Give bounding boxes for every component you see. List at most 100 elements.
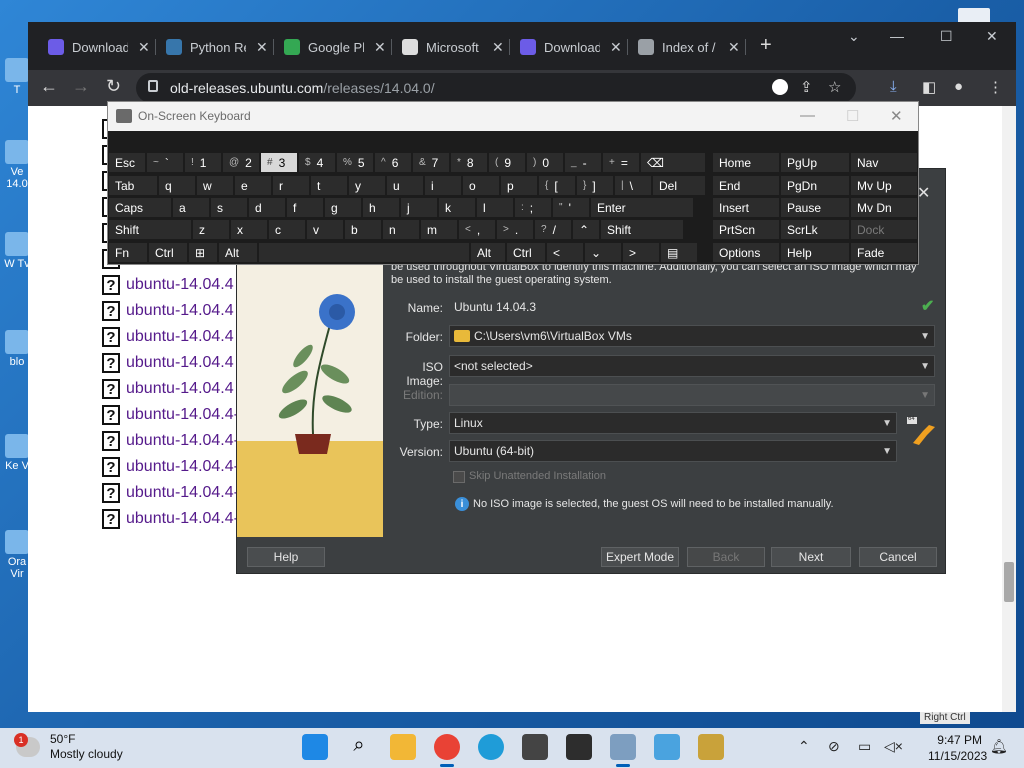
osk-key[interactable]: Del xyxy=(652,175,706,196)
osk-key[interactable]: _ - xyxy=(564,152,602,173)
osk-key[interactable]: g xyxy=(324,197,362,218)
tab-close-icon[interactable]: ✕ xyxy=(492,39,504,56)
osk-key[interactable]: k xyxy=(438,197,476,218)
osk-key[interactable]: < xyxy=(546,242,584,263)
osk-key[interactable] xyxy=(258,242,470,263)
cancel-button[interactable]: Cancel xyxy=(859,547,937,567)
side-panel-icon[interactable]: ◧ xyxy=(922,78,936,96)
osk-key[interactable]: u xyxy=(386,175,424,196)
osk-key[interactable]: h xyxy=(362,197,400,218)
osk-key[interactable]: b xyxy=(344,219,382,240)
osk-key[interactable]: s xyxy=(210,197,248,218)
osk-key[interactable]: p xyxy=(500,175,538,196)
osk-key[interactable]: " ' xyxy=(552,197,590,218)
new-tab-button[interactable]: + xyxy=(760,34,772,57)
osk-key[interactable]: (9 xyxy=(488,152,526,173)
osk-key[interactable]: ⌄ xyxy=(584,242,622,263)
tab-close-icon[interactable]: ✕ xyxy=(610,39,622,56)
osk-nav-key[interactable]: Nav xyxy=(850,152,918,173)
osk-nav-key[interactable]: PgDn xyxy=(780,175,850,196)
osk-key[interactable]: Ctrl xyxy=(506,242,546,263)
osk-key[interactable]: x xyxy=(230,219,268,240)
network-icon[interactable]: ⊘ xyxy=(828,738,840,755)
back-arrow-icon[interactable]: ← xyxy=(40,76,58,97)
scrollbar-thumb[interactable] xyxy=(1004,562,1014,602)
edge-icon[interactable] xyxy=(478,734,504,760)
osk-key[interactable]: Tab xyxy=(108,175,158,196)
tools-icon[interactable] xyxy=(698,734,724,760)
osk-key[interactable]: #3 xyxy=(260,152,298,173)
osk-key[interactable]: $4 xyxy=(298,152,336,173)
start-icon[interactable] xyxy=(302,734,328,760)
version-combo[interactable]: Ubuntu (64-bit) ▼ xyxy=(449,440,897,462)
osk-key[interactable]: % 5 xyxy=(336,152,374,173)
search-icon[interactable]: ⌕ xyxy=(346,734,372,760)
osk-key[interactable]: + = xyxy=(602,152,640,173)
osk-key[interactable]: <, xyxy=(458,219,496,240)
browser-tab[interactable]: Index of / ✕ xyxy=(638,34,746,60)
osk-key[interactable]: ! 1 xyxy=(184,152,222,173)
osk-nav-key[interactable]: Options xyxy=(712,242,780,263)
osk-nav-key[interactable]: Home xyxy=(712,152,780,173)
osk-key[interactable]: {[ xyxy=(538,175,576,196)
folder-combo[interactable]: C:\Users\vm6\VirtualBox VMs ▼ xyxy=(449,325,935,347)
osk-key[interactable]: Esc xyxy=(108,152,146,173)
volume-icon[interactable]: ◁× xyxy=(884,738,903,755)
osk-key[interactable]: ~ ` xyxy=(146,152,184,173)
close-button[interactable]: ✕ xyxy=(986,28,998,45)
minimize-button[interactable]: — xyxy=(890,28,904,44)
osk-key[interactable]: a xyxy=(172,197,210,218)
reload-icon[interactable]: ↻ xyxy=(106,76,121,97)
tab-close-icon[interactable]: ✕ xyxy=(256,39,268,56)
osk-key[interactable]: r xyxy=(272,175,310,196)
tab-close-icon[interactable]: ✕ xyxy=(374,39,386,56)
browser-tab[interactable]: Download ✕ xyxy=(48,34,156,60)
osk-nav-key[interactable]: PgUp xyxy=(780,152,850,173)
osk-nav-key[interactable]: Help xyxy=(780,242,850,263)
osk-key[interactable]: w xyxy=(196,175,234,196)
osk-key[interactable]: > xyxy=(622,242,660,263)
osk-key[interactable]: i xyxy=(424,175,462,196)
bookmark-star-icon[interactable]: ☆ xyxy=(828,78,841,96)
help-button[interactable]: Help xyxy=(247,547,325,567)
osk-minimize-button[interactable]: — xyxy=(800,107,815,124)
osk-key[interactable]: ^ 6 xyxy=(374,152,412,173)
browser-tab[interactable]: Microsoft ✕ xyxy=(402,34,510,60)
osk-close-button[interactable]: ✕ xyxy=(890,107,903,125)
page-scrollbar[interactable] xyxy=(1002,106,1016,712)
osk-key[interactable]: Ctrl xyxy=(148,242,188,263)
osk-key[interactable]: Caps xyxy=(108,197,172,218)
osk-nav-key[interactable]: Insert xyxy=(712,197,780,218)
forward-arrow-icon[interactable]: → xyxy=(72,76,90,97)
osk-key[interactable]: e xyxy=(234,175,272,196)
osk-key[interactable]: Shift xyxy=(108,219,192,240)
profile-icon[interactable]: ● xyxy=(954,78,963,95)
osk-key[interactable]: n xyxy=(382,219,420,240)
osk-key[interactable]: >. xyxy=(496,219,534,240)
type-combo[interactable]: Linux ▼ xyxy=(449,412,897,434)
maximize-button[interactable]: ☐ xyxy=(940,28,953,45)
osk-key[interactable]: ▤ xyxy=(660,242,698,263)
keyboard-app-icon[interactable] xyxy=(654,734,680,760)
osk-key[interactable]: o xyxy=(462,175,500,196)
file-explorer-icon[interactable] xyxy=(390,734,416,760)
osk-nav-key[interactable]: Mv Up xyxy=(850,175,918,196)
osk-key[interactable]: @2 xyxy=(222,152,260,173)
browser-tab[interactable]: Download ✕ xyxy=(520,34,628,60)
monitor-icon[interactable]: ▭ xyxy=(858,738,871,755)
osk-nav-key[interactable]: Pause xyxy=(780,197,850,218)
osk-key[interactable]: m xyxy=(420,219,458,240)
osk-key[interactable]: j xyxy=(400,197,438,218)
notification-bell-icon[interactable]: 🔔︎ xyxy=(990,738,1008,755)
dialog-close-icon[interactable]: ✕ xyxy=(917,183,930,203)
osk-nav-key[interactable]: Fade xyxy=(850,242,918,263)
expert-mode-button[interactable]: Expert Mode xyxy=(601,547,679,567)
iso-image-combo[interactable]: <not selected> ▼ xyxy=(449,355,935,377)
terminal-icon[interactable] xyxy=(566,734,592,760)
osk-nav-key[interactable]: ScrLk xyxy=(780,219,850,240)
share-icon[interactable]: ⇪ xyxy=(800,78,813,96)
virtualbox-manager-icon[interactable] xyxy=(522,734,548,760)
browser-tab[interactable]: Python Re ✕ xyxy=(166,34,274,60)
osk-key[interactable]: t xyxy=(310,175,348,196)
osk-key[interactable]: Fn xyxy=(108,242,148,263)
